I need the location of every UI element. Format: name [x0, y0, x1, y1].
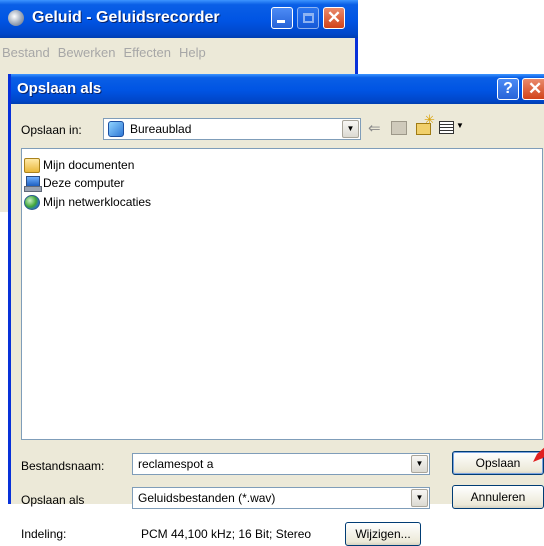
save-as-dialog: Opslaan als ? ✕ Opslaan in: Bureaublad ▼…	[8, 74, 544, 546]
format-value: PCM 44,100 kHz; 16 Bit; Stereo	[141, 527, 312, 541]
lookin-dropdown[interactable]: Bureaublad ▼	[103, 118, 361, 140]
help-button[interactable]: ?	[497, 78, 519, 100]
maximize-icon	[303, 13, 314, 23]
savetype-value: Geluidsbestanden (*.wav)	[138, 491, 276, 505]
list-item-my-documents[interactable]: Mijn documenten	[24, 156, 134, 174]
sparkle-icon: ✳	[424, 112, 435, 127]
filename-value[interactable]: reclamespot a	[138, 457, 213, 471]
list-item-my-computer[interactable]: Deze computer	[24, 174, 124, 192]
list-item-label: Mijn netwerklocaties	[43, 195, 152, 209]
details-view-icon	[439, 121, 454, 134]
list-item-label: Mijn documenten	[43, 158, 135, 172]
menu-bestand[interactable]: Bestand	[2, 45, 50, 60]
menu-help[interactable]: Help	[179, 45, 206, 60]
savetype-label: Opslaan als	[21, 493, 85, 507]
microphone-icon	[8, 10, 24, 26]
new-folder-icon[interactable]: ✳	[416, 112, 435, 136]
list-item-label: Deze computer	[43, 176, 125, 190]
maximize-button[interactable]	[297, 7, 319, 29]
chevron-down-icon[interactable]: ▼	[411, 489, 428, 507]
my-computer-icon	[24, 175, 42, 192]
desktop-icon	[108, 121, 124, 137]
dialog-title: Opslaan als	[17, 80, 102, 97]
list-item-network-places[interactable]: Mijn netwerklocaties	[24, 193, 151, 211]
recorder-title: Geluid - Geluidsrecorder	[32, 9, 220, 26]
minimize-button[interactable]	[271, 7, 293, 29]
back-arrow-icon[interactable]: ⇐	[368, 119, 381, 137]
recorder-menu-bar: Bestand Bewerken Effecten Help	[0, 38, 355, 66]
dialog-title-bar[interactable]: Opslaan als ? ✕	[11, 74, 544, 104]
dialog-close-button[interactable]: ✕	[522, 78, 544, 100]
menu-bewerken[interactable]: Bewerken	[58, 45, 116, 60]
close-button[interactable]: ✕	[323, 7, 345, 29]
file-list[interactable]: Mijn documenten Deze computer Mijn netwe…	[21, 148, 543, 440]
menu-effecten[interactable]: Effecten	[124, 45, 171, 60]
savetype-dropdown[interactable]: Geluidsbestanden (*.wav) ▼	[132, 487, 430, 509]
chevron-down-icon[interactable]: ▼	[342, 120, 359, 138]
lookin-label: Opslaan in:	[21, 123, 82, 137]
minimize-icon	[277, 20, 285, 23]
close-icon: ✕	[528, 79, 543, 98]
format-label: Indeling:	[21, 527, 67, 541]
pointer-arrow-icon	[533, 447, 544, 462]
network-places-icon	[24, 194, 40, 210]
cancel-button[interactable]: Annuleren	[452, 485, 544, 509]
save-button[interactable]: Opslaan	[452, 451, 544, 475]
chevron-down-icon[interactable]: ▼	[411, 455, 428, 473]
change-format-button[interactable]: Wijzigen...	[345, 522, 421, 546]
recorder-title-bar[interactable]: Geluid - Geluidsrecorder ✕	[0, 0, 358, 38]
chevron-down-icon: ▼	[456, 121, 464, 130]
view-menu-icon[interactable]: ▼	[439, 119, 465, 137]
close-icon: ✕	[326, 8, 342, 27]
filename-field[interactable]: reclamespot a ▼	[132, 453, 430, 475]
up-folder-icon[interactable]	[391, 121, 407, 135]
filename-label: Bestandsnaam:	[21, 459, 105, 473]
lookin-value: Bureaublad	[130, 122, 192, 136]
my-documents-icon	[24, 157, 40, 173]
